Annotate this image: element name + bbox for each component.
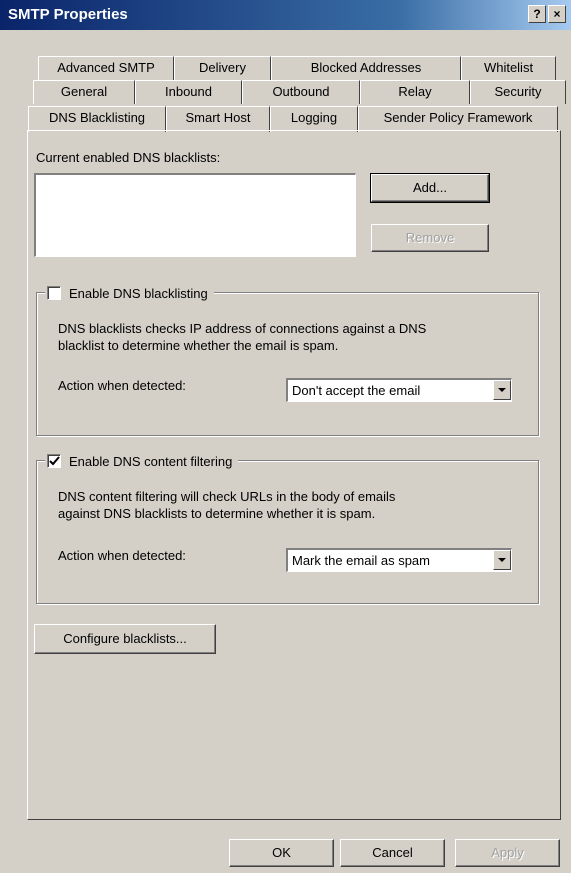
tab-sender-policy-framework[interactable]: Sender Policy Framework — [358, 106, 558, 132]
tab-general[interactable]: General — [33, 80, 135, 104]
add-button[interactable]: Add... — [370, 173, 490, 203]
blacklisting-action-value: Don't accept the email — [292, 383, 421, 398]
dns-blacklisting-description-line-1: DNS blacklists checks IP address of conn… — [58, 321, 427, 336]
blacklisting-action-label: Action when detected: — [58, 378, 186, 393]
content-filtering-action-label: Action when detected: — [58, 548, 186, 563]
chevron-down-icon[interactable] — [493, 550, 511, 570]
help-button[interactable]: ? — [528, 5, 546, 23]
dns-blacklisting-group: Enable DNS blacklisting — [36, 283, 539, 436]
dns-content-filtering-description: DNS content filtering will check URLs in… — [58, 488, 395, 522]
tab-row-3: DNS Blacklisting Smart Host Logging Send… — [28, 106, 558, 132]
tab-whitelist[interactable]: Whitelist — [461, 56, 556, 80]
tab-relay[interactable]: Relay — [360, 80, 470, 104]
ok-button[interactable]: OK — [229, 839, 334, 867]
content-filtering-action-value: Mark the email as spam — [292, 553, 430, 568]
dns-content-filtering-description-line-1: DNS content filtering will check URLs in… — [58, 489, 396, 504]
dns-content-filtering-description-line-2: against DNS blacklists to determine whet… — [58, 506, 376, 521]
blacklists-label: Current enabled DNS blacklists: — [36, 150, 221, 165]
tab-blocked-addresses[interactable]: Blocked Addresses — [271, 56, 461, 80]
configure-blacklists-button[interactable]: Configure blacklists... — [34, 624, 216, 654]
dns-content-filtering-legend: Enable DNS content filtering — [45, 451, 239, 471]
close-button[interactable]: × — [548, 5, 566, 23]
dns-blacklisting-description: DNS blacklists checks IP address of conn… — [58, 320, 426, 354]
tab-smart-host[interactable]: Smart Host — [166, 106, 270, 132]
tab-inbound[interactable]: Inbound — [135, 80, 242, 104]
apply-button[interactable]: Apply — [455, 839, 560, 867]
window-title: SMTP Properties — [8, 6, 128, 23]
blacklists-listbox[interactable] — [34, 173, 356, 257]
enable-dns-blacklisting-label[interactable]: Enable DNS blacklisting — [69, 286, 208, 301]
tab-row-2: General Inbound Outbound Relay Security — [33, 80, 566, 104]
enable-dns-blacklisting-checkbox[interactable] — [47, 286, 61, 300]
dns-blacklisting-description-line-2: blacklist to determine whether the email… — [58, 338, 339, 353]
title-bar: SMTP Properties ? × — [0, 0, 571, 30]
content-filtering-action-select[interactable]: Mark the email as spam — [286, 548, 512, 572]
enable-dns-content-filtering-checkbox[interactable] — [47, 454, 61, 468]
tab-outbound[interactable]: Outbound — [242, 80, 360, 104]
remove-button[interactable]: Remove — [371, 224, 489, 252]
cancel-button[interactable]: Cancel — [340, 839, 445, 867]
tab-advanced-smtp[interactable]: Advanced SMTP — [38, 56, 174, 80]
dns-blacklisting-legend: Enable DNS blacklisting — [45, 283, 214, 303]
tab-row-1: Advanced SMTP Delivery Blocked Addresses… — [38, 56, 556, 80]
tab-dns-blacklisting[interactable]: DNS Blacklisting — [28, 106, 166, 132]
tab-security[interactable]: Security — [470, 80, 566, 104]
tab-delivery[interactable]: Delivery — [174, 56, 271, 80]
blacklisting-action-select[interactable]: Don't accept the email — [286, 378, 512, 402]
chevron-down-icon[interactable] — [493, 380, 511, 400]
tab-logging[interactable]: Logging — [270, 106, 358, 132]
dns-content-filtering-group: Enable DNS content filtering — [36, 451, 539, 604]
enable-dns-content-filtering-label[interactable]: Enable DNS content filtering — [69, 454, 232, 469]
checkmark-icon — [49, 456, 60, 466]
